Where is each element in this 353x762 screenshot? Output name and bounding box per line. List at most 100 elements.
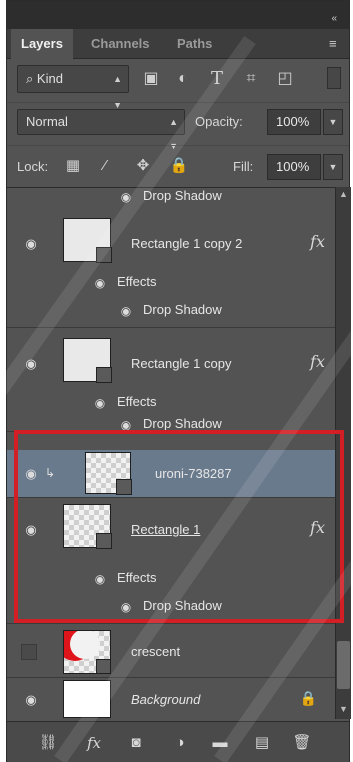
adjustment-filter-icon[interactable]: ◐: [171, 67, 195, 91]
layer-effect-row[interactable]: ◉ Drop Shadow: [7, 594, 335, 622]
scroll-up-arrow-icon[interactable]: ▲: [339, 189, 348, 199]
filter-kind-label: Kind: [36, 71, 63, 86]
scrollbar-thumb[interactable]: [337, 641, 350, 689]
layer-thumbnail: [63, 218, 112, 263]
add-style-icon[interactable]: fx: [81, 732, 107, 754]
smart-object-filter-icon[interactable]: ◰: [273, 67, 297, 91]
eye-icon[interactable]: ◉: [21, 692, 41, 707]
effect-label: Drop Shadow: [143, 598, 222, 613]
layer-name[interactable]: uroni-738287: [155, 466, 232, 481]
fx-badge[interactable]: fx: [310, 352, 325, 371]
eye-icon[interactable]: ◉: [21, 356, 41, 371]
new-layer-icon[interactable]: ▤: [249, 732, 275, 754]
tab-paths[interactable]: Paths: [167, 29, 222, 59]
new-group-icon[interactable]: ▬: [207, 732, 233, 754]
layer-name[interactable]: Rectangle 1 copy: [131, 356, 231, 371]
layer-thumbnail: [63, 630, 111, 674]
opacity-input[interactable]: 100%: [267, 109, 321, 135]
layer-name[interactable]: Background: [131, 692, 200, 707]
collapse-panel-button[interactable]: «: [331, 13, 336, 24]
fx-badge[interactable]: fx: [310, 518, 325, 537]
lock-image-icon[interactable]: ⁄: [93, 154, 117, 178]
lock-label: Lock:: [17, 159, 49, 174]
layer-thumbnail: [63, 338, 112, 383]
layer-effect-row[interactable]: ◉ Drop Shadow: [7, 298, 335, 326]
filter-toggle-switch[interactable]: [327, 67, 341, 89]
image-filter-icon[interactable]: ▣: [139, 67, 163, 91]
panel-title-strip: «: [7, 1, 349, 29]
tab-channels[interactable]: Channels: [81, 29, 160, 59]
layer-thumbnail: [63, 680, 111, 718]
layer-thumbnail: [85, 452, 132, 495]
layer-thumbnail: [63, 504, 112, 549]
eye-icon[interactable]: ◉: [117, 190, 135, 204]
shape-filter-icon[interactable]: ⌗: [239, 67, 263, 91]
fill-dropdown-button[interactable]: ▼: [323, 154, 343, 180]
layer-name[interactable]: Rectangle 1: [131, 522, 200, 537]
layers-panel: « Layers Channels Paths ≡ ⌕ Kind ▲ ▼ ▣ ◐ …: [6, 0, 351, 762]
eye-icon[interactable]: ◉: [91, 276, 109, 290]
fill-input[interactable]: 100%: [267, 154, 321, 180]
new-adjustment-icon[interactable]: ◑: [167, 732, 193, 754]
effect-label: Drop Shadow: [143, 416, 222, 431]
search-icon: ⌕: [26, 71, 37, 86]
layers-bottom-toolbar: ⛓ fx ◙ ◑ ▬ ▤ 🗑: [7, 721, 349, 762]
fx-label: fx: [86, 734, 101, 752]
layer-row-selected[interactable]: ◉ ↳ uroni-738287: [7, 450, 335, 498]
layers-list: ◉ Drop Shadow ◉ Rectangle 1 copy 2 fx ◉ …: [7, 187, 335, 719]
effects-label: Effects: [117, 570, 157, 585]
effects-label: Effects: [117, 274, 157, 289]
opacity-label: Opacity:: [195, 114, 243, 129]
layer-effect-row[interactable]: ◉ Drop Shadow: [7, 412, 335, 440]
link-layers-icon[interactable]: ⛓: [35, 732, 61, 754]
fill-label: Fill:: [233, 159, 254, 174]
clipping-mask-icon: ↳: [45, 466, 56, 480]
layer-filter-row: ⌕ Kind ▲ ▼ ▣ ◐ T ⌗ ◰: [7, 61, 349, 110]
add-mask-icon[interactable]: ◙: [123, 732, 149, 754]
layer-effects-row[interactable]: ◉ Effects: [7, 566, 335, 594]
layer-row[interactable]: ◉ Rectangle 1 fx ◉ Effects ◉ Drop Shadow: [7, 498, 335, 624]
lock-transparent-icon[interactable]: ▦: [61, 154, 85, 178]
lock-row: Lock: ▦ ⁄ ✥ 🔒 Fill: 100% ▼: [7, 145, 349, 185]
filter-kind-select[interactable]: ⌕ Kind ▲ ▼: [17, 65, 129, 110]
vector-mask-thumbnail: [96, 367, 112, 383]
layer-row[interactable]: ◉ Background 🔒: [7, 678, 335, 719]
opacity-dropdown-button[interactable]: ▼: [323, 109, 343, 135]
scroll-down-arrow-icon[interactable]: ▼: [339, 704, 348, 714]
visibility-toggle-hidden[interactable]: [21, 644, 37, 660]
blend-mode-select[interactable]: Normal ▲ ▼: [17, 109, 185, 151]
eye-icon[interactable]: ◉: [117, 600, 135, 614]
layers-scrollbar[interactable]: ▲ ▼: [335, 187, 351, 719]
blend-row: Normal ▲ ▼ Opacity: 100% ▼: [7, 102, 349, 151]
layer-row[interactable]: crescent: [7, 626, 335, 678]
layer-name[interactable]: crescent: [131, 644, 180, 659]
effect-label: Drop Shadow: [143, 302, 222, 317]
eye-icon[interactable]: ◉: [91, 572, 109, 586]
layer-name[interactable]: Rectangle 1 copy 2: [131, 236, 242, 251]
eye-icon[interactable]: ◉: [21, 236, 41, 251]
eye-icon[interactable]: ◉: [21, 466, 41, 481]
panel-menu-icon[interactable]: ≡: [329, 37, 345, 51]
type-filter-icon[interactable]: T: [205, 67, 229, 91]
layer-row[interactable]: ◉ Rectangle 1 copy fx ◉ Effects ◉ Drop S…: [7, 328, 335, 432]
eye-icon[interactable]: ◉: [21, 522, 41, 537]
vector-mask-thumbnail: [96, 533, 112, 549]
layer-mask-thumbnail: [96, 659, 110, 673]
effect-label: Drop Shadow: [143, 188, 222, 203]
tab-layers[interactable]: Layers: [11, 29, 73, 60]
layer-row[interactable]: ◉ Rectangle 1 copy 2 fx ◉ Effects ◉ Drop…: [7, 206, 335, 328]
eye-icon[interactable]: ◉: [117, 418, 135, 432]
eye-icon[interactable]: ◉: [117, 304, 135, 318]
lock-position-icon[interactable]: ✥: [131, 154, 155, 178]
delete-layer-icon[interactable]: 🗑: [289, 732, 315, 754]
panel-tab-bar: Layers Channels Paths ≡: [7, 29, 349, 60]
eye-icon[interactable]: ◉: [91, 396, 109, 410]
blend-mode-value: Normal: [26, 114, 68, 129]
effects-label: Effects: [117, 394, 157, 409]
smart-object-badge: [116, 479, 132, 495]
lock-all-icon[interactable]: 🔒: [167, 154, 191, 178]
lock-icon: 🔒: [299, 690, 317, 706]
crescent-cutout: [70, 631, 100, 659]
fx-badge[interactable]: fx: [310, 232, 325, 251]
layer-effects-row[interactable]: ◉ Effects: [7, 270, 335, 298]
